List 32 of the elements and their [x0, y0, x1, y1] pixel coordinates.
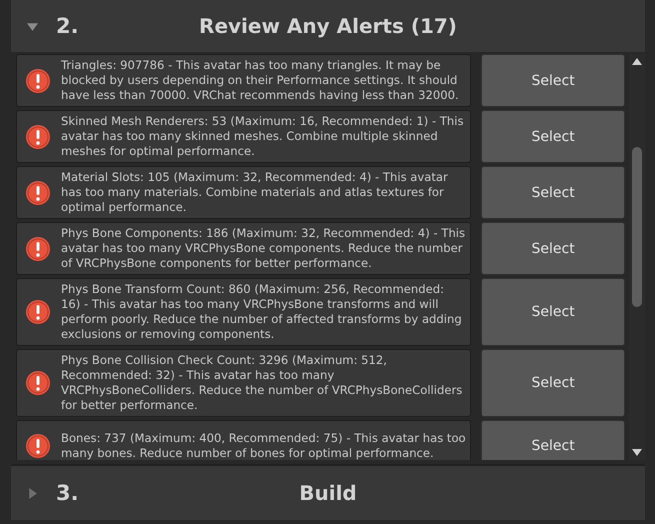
select-button[interactable]: Select — [481, 420, 625, 460]
select-button[interactable]: Select — [481, 110, 625, 163]
alert-icon — [25, 433, 51, 459]
section-header[interactable]: 2. Review Any Alerts (17) — [11, 0, 645, 52]
section-title: Review Any Alerts (17) — [199, 14, 457, 38]
select-button[interactable]: Select — [481, 166, 625, 219]
alert-icon — [25, 180, 51, 206]
alert-message: Bones: 737 (Maximum: 400, Recommended: 75) - This avatar has too many bones. Reduce number of bones for optimal performance. — [61, 431, 466, 460]
section-header[interactable]: 3. Build — [11, 466, 645, 520]
alert-message: Phys Bone Components: 186 (Maximum: 32, Recommended: 4) - This avatar has too many VRCPhysBone components. Reduce the number of VRCPhysBone components for better performance. — [61, 226, 466, 271]
scroll-down-icon[interactable] — [632, 449, 642, 456]
section-title: Build — [299, 481, 357, 505]
alert-icon — [25, 370, 51, 396]
alert-icon — [25, 236, 51, 262]
section-number: 2. — [56, 14, 79, 38]
select-button[interactable]: Select — [481, 54, 625, 107]
select-button[interactable]: Select — [481, 349, 625, 417]
scroll-up-icon[interactable] — [632, 58, 642, 65]
alert-message: Skinned Mesh Renderers: 53 (Maximum: 16, Recommended: 1) - This avatar has too many skinned meshes. Combine multiple skinned meshes for optimal performance. — [61, 114, 465, 159]
alert-icon — [25, 124, 51, 150]
scrollbar-thumb[interactable] — [632, 147, 642, 307]
alert-message: Phys Bone Transform Count: 860 (Maximum: 256, Recommended: 16) - This avatar has too many VRCPhysBone transforms and will perform poorly. Reduce the number of affected transforms by adding exclusions or removing components. — [61, 282, 463, 342]
alert-message: Triangles: 907786 - This avatar has too many triangles. It may be blocked by users depending on their Performance settings. It should have less than 70000. VRChat recommends having less than 32000. — [61, 58, 460, 103]
alert-message: Material Slots: 105 (Maximum: 32, Recommended: 4) - This avatar has too many materials. Combine materials and atlas textures for optimal performance. — [61, 170, 449, 215]
select-button[interactable]: Select — [481, 222, 625, 275]
collapse-triangle-icon[interactable] — [27, 20, 38, 32]
alert-icon — [25, 68, 51, 94]
alert-message: Phys Bone Collision Check Count: 3296 (Maximum: 512, Recommended: 32) - This avatar has too many VRCPhysBoneColliders. Reduce the number of VRCPhysBoneColliders for better performance. — [61, 353, 464, 413]
section-number: 3. — [56, 481, 79, 505]
expand-triangle-icon[interactable] — [27, 488, 38, 498]
alert-icon — [25, 299, 51, 325]
select-button[interactable]: Select — [481, 278, 625, 346]
